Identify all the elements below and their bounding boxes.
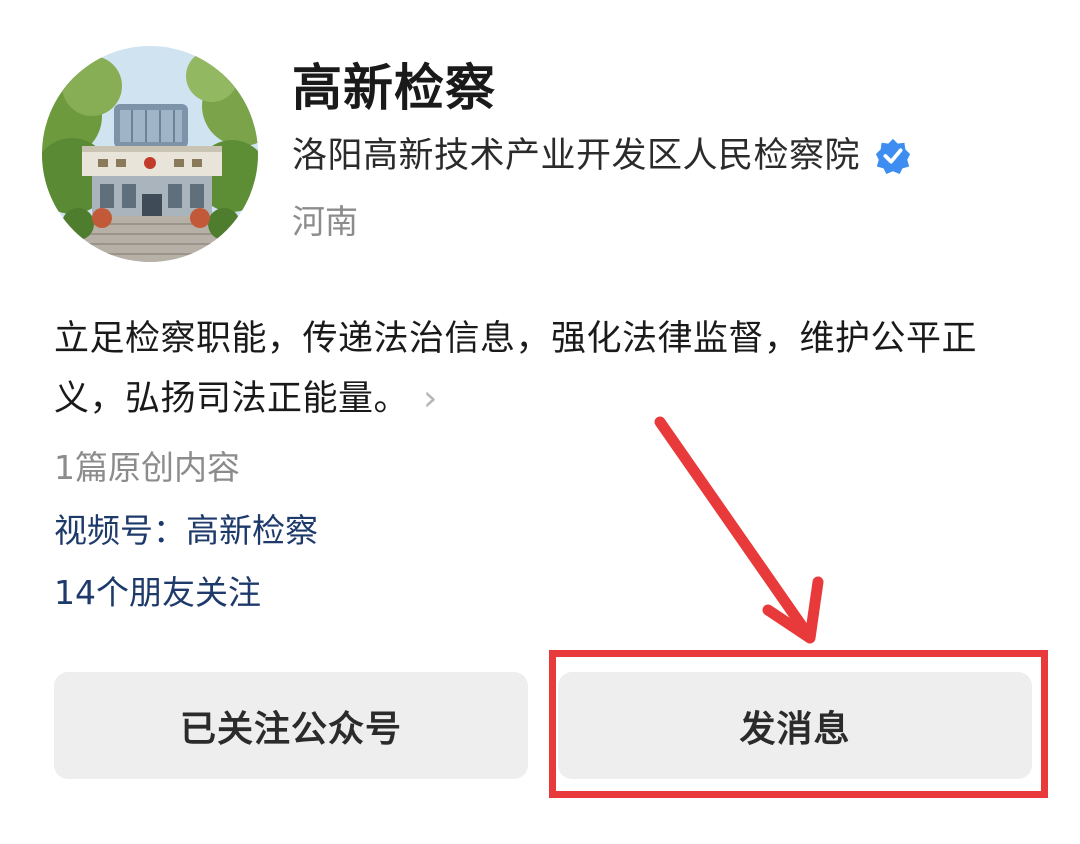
friends-following-link[interactable]: 14个朋友关注	[54, 569, 261, 617]
send-message-label: 发消息	[739, 708, 851, 750]
send-message-button[interactable]: 发消息	[558, 672, 1032, 779]
video-channel-link[interactable]: 视频号：高新检察	[54, 507, 318, 555]
region-label: 河南	[292, 202, 358, 241]
avatar-image	[42, 46, 258, 262]
followed-account-label: 已关注公众号	[179, 708, 402, 750]
organization-name: 洛阳高新技术产业开发区人民检察院	[292, 136, 861, 176]
verified-badge-icon[interactable]	[874, 137, 912, 175]
account-name: 高新检察	[292, 59, 496, 117]
followed-account-button[interactable]: 已关注公众号	[54, 672, 528, 779]
avatar[interactable]	[42, 46, 258, 262]
original-content-count[interactable]: 1篇原创内容	[54, 444, 240, 492]
org-row: 洛阳高新技术产业开发区人民检察院	[292, 132, 912, 180]
chevron-right-icon[interactable]: ›	[423, 369, 438, 429]
annotation-arrow	[654, 416, 824, 644]
intro-text: 立足检察职能，传递法治信息，强化法律监督，维护公平正义，弘扬司法正能量。	[54, 319, 978, 419]
intro-text-block[interactable]: 立足检察职能，传递法治信息，强化法律监督，维护公平正义，弘扬司法正能量。 ›	[54, 309, 1044, 429]
